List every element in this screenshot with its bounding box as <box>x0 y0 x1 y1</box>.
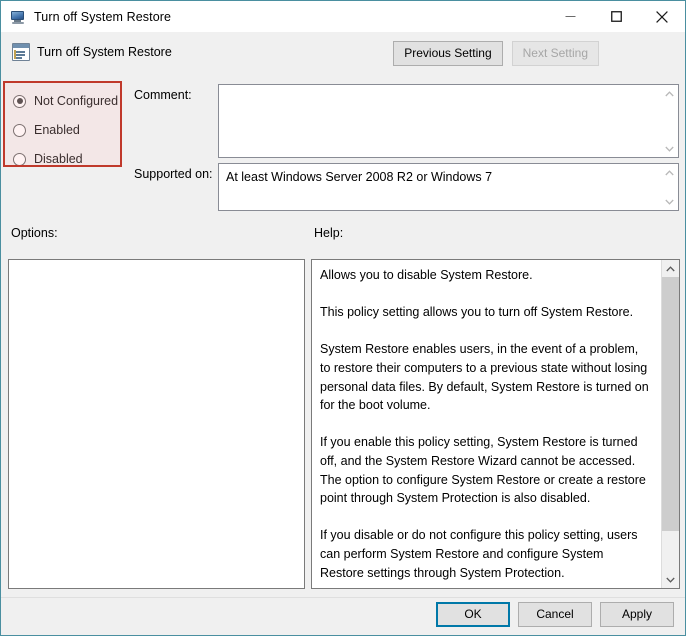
comment-scrollbar[interactable] <box>660 85 678 157</box>
radio-disabled-mark <box>13 152 26 166</box>
supported-on-scrollbar[interactable] <box>660 164 678 210</box>
options-label: Options: <box>11 226 58 240</box>
setting-title: Turn off System Restore <box>37 45 172 59</box>
policy-state-radio-group: Not Configured Enabled Disabled <box>13 89 123 176</box>
setting-header: Turn off System Restore Previous Setting… <box>1 32 685 76</box>
cancel-button[interactable]: Cancel <box>518 602 592 627</box>
help-label: Help: <box>314 226 344 240</box>
policy-setting-icon <box>12 43 30 61</box>
radio-enabled-mark <box>13 123 26 137</box>
window-controls <box>547 1 685 32</box>
supported-scroll-up-icon[interactable] <box>661 164 678 181</box>
radio-enabled-label: Enabled <box>34 123 80 137</box>
next-setting-button[interactable]: Next Setting <box>511 41 599 66</box>
help-scroll-thumb[interactable] <box>662 277 679 531</box>
maximize-button[interactable] <box>593 1 639 32</box>
navigation-buttons: Previous Setting Next Setting <box>393 41 599 66</box>
comment-scroll-down-icon[interactable] <box>661 140 678 157</box>
comment-input[interactable] <box>218 84 679 158</box>
help-scroll-down-icon[interactable] <box>662 571 679 588</box>
comment-label: Comment: <box>134 88 192 102</box>
radio-disabled[interactable]: Disabled <box>13 147 123 171</box>
radio-disabled-label: Disabled <box>34 152 83 166</box>
comment-scroll-up-icon[interactable] <box>661 85 678 102</box>
title-bar: Turn off System Restore <box>1 1 685 32</box>
radio-not-configured-mark <box>13 94 26 108</box>
footer-divider <box>1 597 685 598</box>
ok-button[interactable]: OK <box>436 602 510 627</box>
previous-setting-button[interactable]: Previous Setting <box>393 41 503 66</box>
computer-monitor-icon <box>10 9 26 25</box>
supported-on-label: Supported on: <box>134 167 213 181</box>
minimize-button[interactable] <box>547 1 593 32</box>
apply-button[interactable]: Apply <box>600 602 674 627</box>
help-panel: Allows you to disable System Restore. Th… <box>311 259 680 589</box>
supported-scroll-down-icon[interactable] <box>661 193 678 210</box>
help-text: Allows you to disable System Restore. Th… <box>320 268 649 580</box>
help-scroll-up-icon[interactable] <box>662 260 679 277</box>
window-title: Turn off System Restore <box>34 9 172 24</box>
supported-on-value: At least Windows Server 2008 R2 or Windo… <box>226 170 493 184</box>
options-panel[interactable] <box>8 259 305 589</box>
supported-on-input[interactable]: At least Windows Server 2008 R2 or Windo… <box>218 163 679 211</box>
radio-not-configured[interactable]: Not Configured <box>13 89 123 113</box>
dialog-buttons: OK Cancel Apply <box>436 602 674 627</box>
help-scrollbar[interactable] <box>661 260 679 588</box>
radio-not-configured-label: Not Configured <box>34 94 119 108</box>
radio-enabled[interactable]: Enabled <box>13 118 123 142</box>
close-button[interactable] <box>639 1 685 32</box>
group-policy-setting-dialog: Turn off System Restore Turn off System … <box>0 0 686 636</box>
